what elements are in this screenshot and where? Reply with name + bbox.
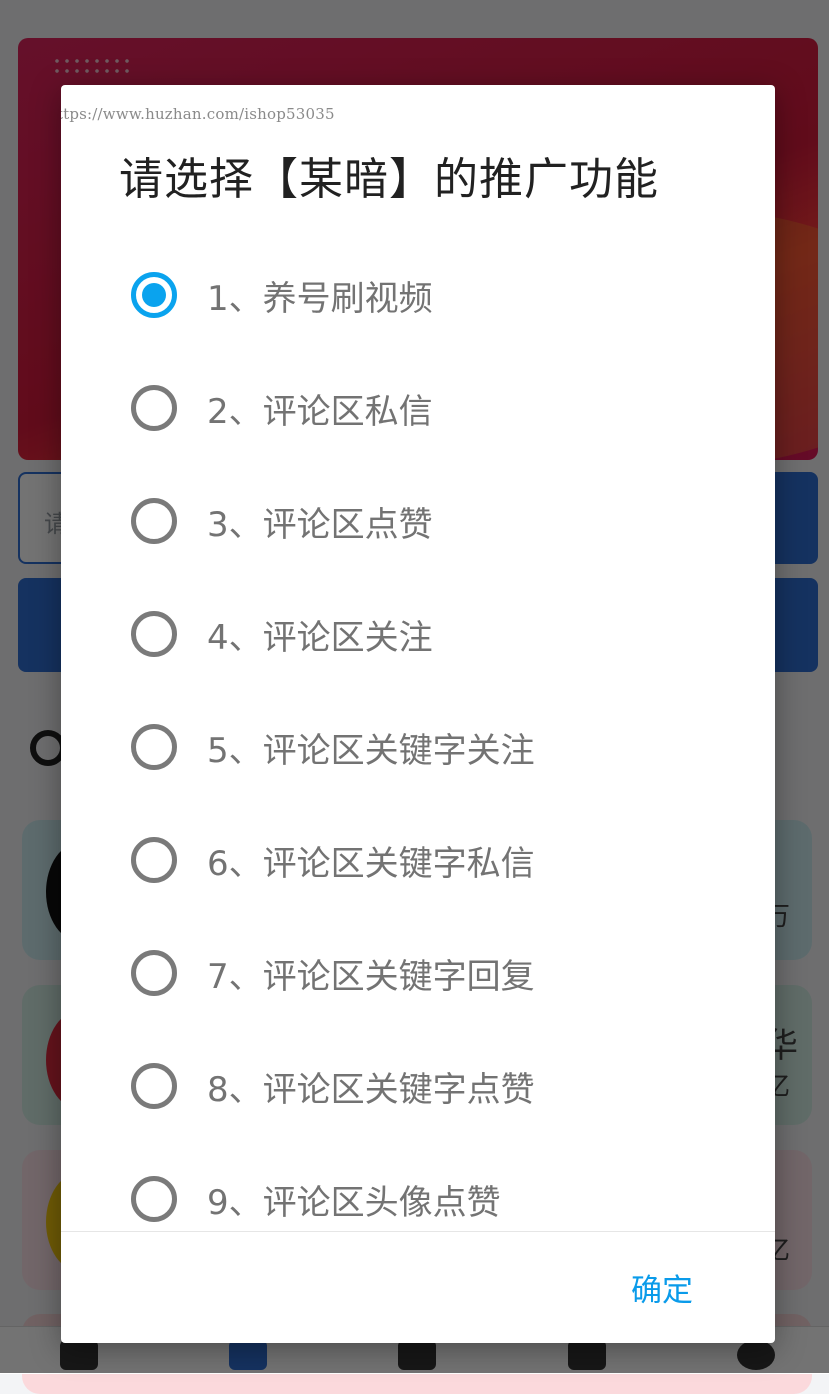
option-7[interactable]: 7、评论区关键字回复	[61, 917, 775, 1029]
option-label: 4、评论区关注	[207, 617, 433, 658]
watermark-text: https://www.huzhan.com/ishop53035	[61, 105, 335, 123]
option-6[interactable]: 6、评论区关键字私信	[61, 804, 775, 916]
option-2[interactable]: 2、评论区私信	[61, 352, 775, 464]
option-label: 5、评论区关键字关注	[207, 730, 535, 771]
radio-unchecked-icon[interactable]	[131, 385, 177, 431]
radio-unchecked-icon[interactable]	[131, 837, 177, 883]
dialog-divider	[61, 1231, 775, 1232]
radio-unchecked-icon[interactable]	[131, 724, 177, 770]
radio-unchecked-icon[interactable]	[131, 1176, 177, 1222]
radio-unchecked-icon[interactable]	[131, 1063, 177, 1109]
confirm-button[interactable]: 确定	[625, 1261, 699, 1314]
option-list[interactable]: 1、养号刷视频 2、评论区私信 3、评论区点赞 4、评论区关注 5、评论区关键字…	[61, 239, 775, 1231]
radio-unchecked-icon[interactable]	[131, 498, 177, 544]
dialog-title: 请选择【某暗】的推广功能	[119, 154, 659, 205]
option-1[interactable]: 1、养号刷视频	[61, 239, 775, 351]
option-label: 8、评论区关键字点赞	[207, 1069, 535, 1110]
radio-unchecked-icon[interactable]	[131, 950, 177, 996]
option-label: 7、评论区关键字回复	[207, 956, 535, 997]
radio-unchecked-icon[interactable]	[131, 611, 177, 657]
option-5[interactable]: 5、评论区关键字关注	[61, 691, 775, 803]
function-select-dialog: https://www.huzhan.com/ishop53035 请选择【某暗…	[61, 85, 775, 1343]
option-label: 2、评论区私信	[207, 391, 433, 432]
option-label: 9、评论区头像点赞	[207, 1182, 501, 1223]
option-label: 1、养号刷视频	[207, 278, 433, 319]
option-label: 3、评论区点赞	[207, 504, 433, 545]
option-4[interactable]: 4、评论区关注	[61, 578, 775, 690]
option-label: 6、评论区关键字私信	[207, 843, 535, 884]
option-9[interactable]: 9、评论区头像点赞	[61, 1143, 775, 1231]
option-3[interactable]: 3、评论区点赞	[61, 465, 775, 577]
option-8[interactable]: 8、评论区关键字点赞	[61, 1030, 775, 1142]
radio-checked-icon[interactable]	[131, 272, 177, 318]
